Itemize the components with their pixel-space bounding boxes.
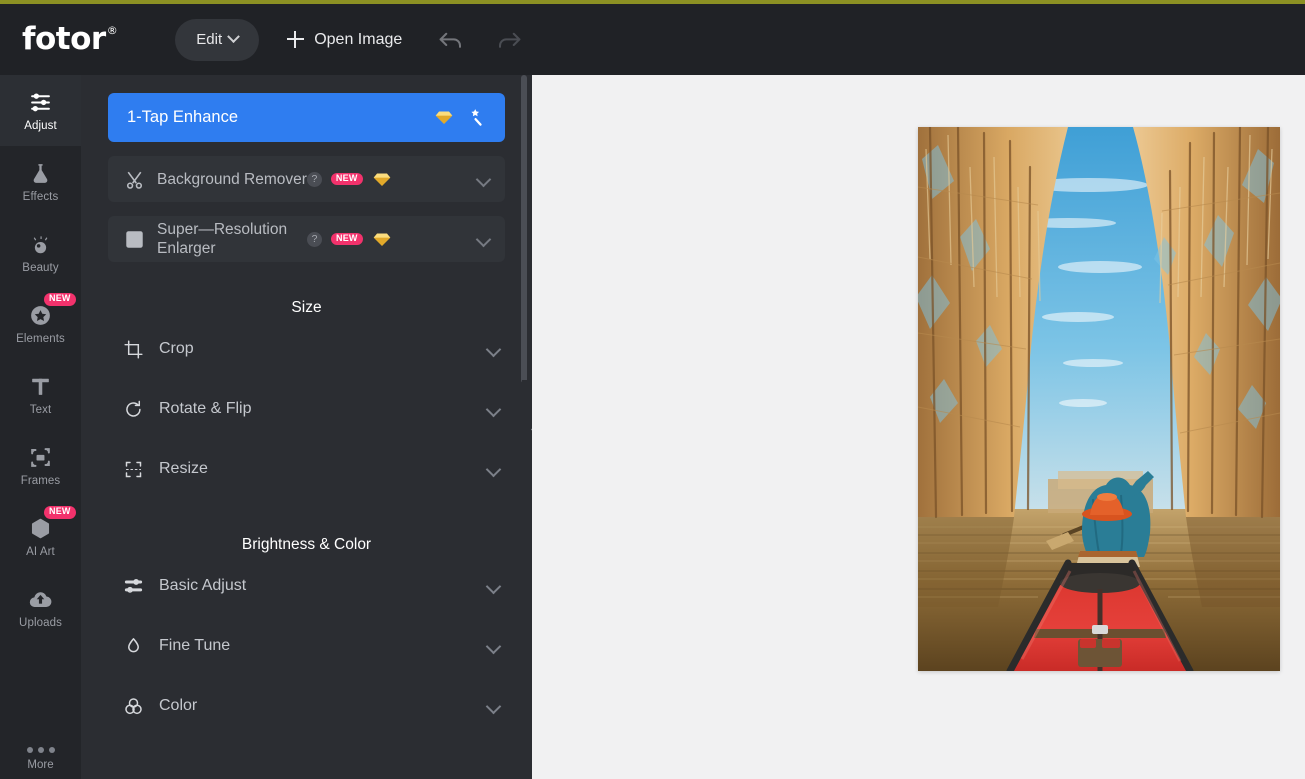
- chevron-down-icon[interactable]: [485, 698, 502, 714]
- trademark-mark: ®: [106, 23, 118, 37]
- adjust-row-color[interactable]: Color: [81, 676, 532, 736]
- adjust-row-fine-tune[interactable]: Fine Tune: [81, 616, 532, 676]
- adjust-label-rotate-flip: Rotate & Flip: [159, 400, 252, 417]
- color-circles-icon: [121, 696, 145, 717]
- scissors-icon: [122, 169, 146, 190]
- adjust-row-basic-adjust[interactable]: Basic Adjust: [81, 556, 532, 616]
- open-image-label: Open Image: [314, 30, 403, 48]
- text-t-icon: [28, 373, 53, 400]
- sliders-icon: [121, 576, 145, 597]
- cloud-up-icon: [28, 586, 53, 613]
- adjust-label-resize: Resize: [159, 460, 208, 477]
- adjust-tools-panel: 1-Tap Enhance Background Remover ? NEW S…: [81, 75, 532, 779]
- chevron-down-icon: [227, 30, 240, 44]
- adjust-label-basic-adjust: Basic Adjust: [159, 577, 247, 594]
- chevron-down-icon[interactable]: [485, 341, 502, 357]
- rail-label-frames: Frames: [20, 475, 61, 487]
- chevron-down-icon[interactable]: [485, 578, 502, 594]
- rail-label-beauty: Beauty: [22, 262, 59, 274]
- rail-label-uploads: Uploads: [19, 617, 62, 629]
- tool-row-super-resolution-enlarger[interactable]: Super—Resolution Enlarger ? NEW: [108, 216, 505, 262]
- rail-item-more[interactable]: More: [0, 747, 81, 771]
- flask-icon: [28, 160, 53, 187]
- adjust-label-crop: Crop: [159, 340, 194, 357]
- pro-diamond-icon: [435, 110, 453, 125]
- chevron-down-icon[interactable]: [475, 171, 492, 187]
- help-icon[interactable]: ?: [306, 171, 322, 187]
- rail-label-ai-art: AI Art: [26, 546, 55, 558]
- chevron-down-icon[interactable]: [485, 401, 502, 417]
- one-tap-enhance-button[interactable]: 1-Tap Enhance: [108, 93, 505, 142]
- fotor-logo[interactable]: fotor®: [22, 21, 118, 57]
- pro-diamond-icon: [373, 172, 391, 187]
- open-image-button[interactable]: Open Image: [287, 31, 402, 49]
- new-badge: NEW: [44, 506, 76, 519]
- adjust-label-fine-tune: Fine Tune: [159, 637, 231, 654]
- help-icon[interactable]: ?: [307, 231, 322, 247]
- new-badge: NEW: [330, 172, 363, 186]
- chevron-down-icon[interactable]: [485, 461, 502, 477]
- bayou-canoe-photo[interactable]: [918, 127, 1280, 671]
- rail-item-ai-art[interactable]: NEW AI Art: [0, 501, 81, 572]
- sliders-icon: [28, 89, 53, 116]
- edit-menu-label: Edit: [196, 31, 223, 48]
- rail-item-frames[interactable]: Frames: [0, 430, 81, 501]
- edit-menu-button[interactable]: Edit: [175, 18, 260, 61]
- fotor-editor-window: fotor® Edit Open Image Adjust Effects Be…: [0, 0, 1305, 779]
- rail-label-effects: Effects: [22, 191, 59, 203]
- pro-diamond-icon: [373, 232, 391, 247]
- section-title-brightness-color: Brightness & Color: [241, 536, 372, 553]
- tool-label-super-resolution-enlarger: Super—Resolution Enlarger: [157, 221, 288, 257]
- rail-label-adjust: Adjust: [24, 120, 57, 132]
- plus-icon: [287, 31, 305, 48]
- star-icon: NEW: [28, 293, 76, 329]
- new-badge: NEW: [44, 293, 76, 306]
- rail-item-elements[interactable]: NEW Elements: [0, 288, 81, 359]
- app-header: fotor® Edit Open Image: [0, 4, 1305, 75]
- magic-wand-icon: [467, 107, 488, 128]
- crop-icon: [121, 339, 145, 360]
- redo-icon[interactable]: [495, 25, 525, 55]
- resize-icon: [121, 459, 145, 480]
- adjust-row-crop[interactable]: Crop: [81, 319, 532, 379]
- editor-canvas[interactable]: 1333px × 2000px: [532, 75, 1305, 779]
- rail-label-more: More: [27, 759, 54, 771]
- rail-label-text: Text: [29, 404, 52, 416]
- one-tap-enhance-label: 1-Tap Enhance: [127, 108, 238, 126]
- section-title-size: Size: [291, 299, 322, 316]
- chevron-down-icon[interactable]: [485, 638, 502, 654]
- ai-art-icon: NEW: [28, 506, 76, 542]
- rail-item-text[interactable]: Text: [0, 359, 81, 430]
- eye-icon: [28, 231, 53, 258]
- adjust-row-resize[interactable]: Resize: [81, 439, 532, 499]
- tool-row-background-remover[interactable]: Background Remover ? NEW: [108, 156, 505, 202]
- droplet-icon: [121, 636, 145, 657]
- panel-scroll-content: 1-Tap Enhance Background Remover ? NEW S…: [81, 75, 532, 736]
- undo-icon[interactable]: [435, 25, 465, 55]
- expand-arrow-icon: [122, 229, 146, 250]
- rail-item-beauty[interactable]: Beauty: [0, 217, 81, 288]
- logo-text: fotor: [22, 21, 106, 57]
- left-tool-rail: Adjust Effects Beauty NEW Elements Text …: [0, 75, 81, 779]
- rail-item-effects[interactable]: Effects: [0, 146, 81, 217]
- new-badge: NEW: [331, 232, 363, 246]
- panel-scrollbar-thumb[interactable]: [521, 75, 527, 383]
- tool-label-background-remover: Background Remover: [157, 170, 307, 188]
- history-buttons: [435, 25, 525, 55]
- frame-icon: [28, 444, 53, 471]
- adjust-row-rotate-flip[interactable]: Rotate & Flip: [81, 379, 532, 439]
- chevron-down-icon[interactable]: [475, 231, 492, 247]
- adjust-label-color: Color: [159, 697, 198, 714]
- more-dots-icon: [26, 747, 55, 753]
- rotate-icon: [121, 399, 145, 420]
- rail-label-elements: Elements: [16, 333, 65, 345]
- rail-item-adjust[interactable]: Adjust: [0, 75, 81, 146]
- rail-item-uploads[interactable]: Uploads: [0, 572, 81, 643]
